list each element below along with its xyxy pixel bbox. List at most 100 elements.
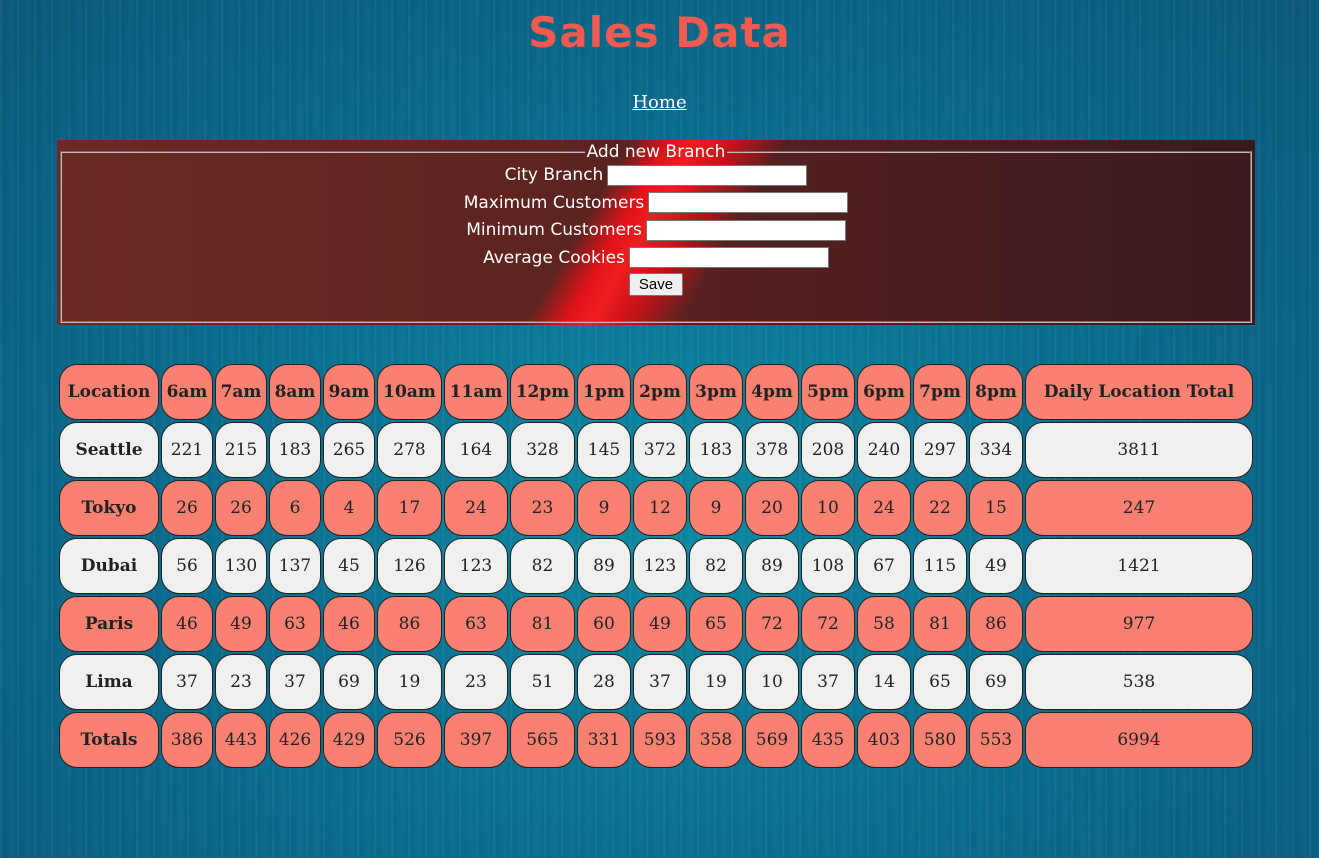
hourly-sales-cell: 297 — [913, 422, 967, 478]
header-2pm: 2pm — [633, 364, 687, 420]
max-customers-input[interactable] — [648, 192, 849, 213]
hourly-sales-cell: 72 — [745, 596, 799, 652]
nav-bar: Home — [0, 92, 1319, 113]
header-8am: 8am — [269, 364, 321, 420]
hourly-sales-cell: 51 — [510, 654, 575, 710]
hourly-sales-cell: 580 — [913, 712, 967, 768]
hourly-sales-cell: 372 — [633, 422, 687, 478]
add-branch-fieldset: Add new Branch City Branch Maximum Custo… — [60, 142, 1252, 323]
hourly-sales-cell: 82 — [510, 538, 575, 594]
hourly-sales-cell: 164 — [444, 422, 508, 478]
row-location-cell: Totals — [59, 712, 159, 768]
add-branch-legend: Add new Branch — [586, 142, 726, 162]
hourly-sales-cell: 37 — [161, 654, 213, 710]
city-branch-row: City Branch — [62, 162, 1250, 190]
hourly-sales-cell: 386 — [161, 712, 213, 768]
row-location-cell: Tokyo — [59, 480, 159, 536]
hourly-sales-cell: 23 — [444, 654, 508, 710]
hourly-sales-cell: 378 — [745, 422, 799, 478]
hourly-sales-cell: 115 — [913, 538, 967, 594]
hourly-sales-cell: 593 — [633, 712, 687, 768]
hourly-sales-cell: 63 — [269, 596, 321, 652]
hourly-sales-cell: 82 — [689, 538, 743, 594]
header-1pm: 1pm — [577, 364, 631, 420]
home-link[interactable]: Home — [632, 92, 686, 113]
hourly-sales-cell: 443 — [215, 712, 267, 768]
hourly-sales-cell: 278 — [377, 422, 442, 478]
city-branch-input[interactable] — [607, 164, 808, 186]
row-location-cell: Paris — [59, 596, 159, 652]
hourly-sales-cell: 526 — [377, 712, 442, 768]
hourly-sales-cell: 37 — [269, 654, 321, 710]
header-location: Location — [59, 364, 159, 420]
header-5pm: 5pm — [801, 364, 855, 420]
hourly-sales-cell: 72 — [801, 596, 855, 652]
header-9am: 9am — [323, 364, 375, 420]
min-customers-input[interactable] — [645, 219, 846, 241]
totals-row: Totals 386 443 426 429 526 397 565 331 593 358 569 4… — [59, 712, 1253, 768]
table-row: Tokyo 26 26 6 4 17 24 23 9 12 9 20 10 24 22 15 247 — [59, 480, 1253, 536]
hourly-sales-cell: 81 — [510, 596, 575, 652]
hourly-sales-cell: 37 — [801, 654, 855, 710]
daily-total-cell: 1421 — [1025, 538, 1253, 594]
daily-total-cell: 3811 — [1025, 422, 1253, 478]
header-7pm: 7pm — [913, 364, 967, 420]
avg-cookies-label: Average Cookies — [483, 247, 625, 268]
hourly-sales-cell: 86 — [969, 596, 1023, 652]
hourly-sales-cell: 65 — [913, 654, 967, 710]
hourly-sales-cell: 12 — [633, 480, 687, 536]
hourly-sales-cell: 9 — [689, 480, 743, 536]
hourly-sales-cell: 24 — [857, 480, 911, 536]
hourly-sales-cell: 65 — [689, 596, 743, 652]
hourly-sales-cell: 397 — [444, 712, 508, 768]
hourly-sales-cell: 37 — [633, 654, 687, 710]
header-3pm: 3pm — [689, 364, 743, 420]
hourly-sales-cell: 565 — [510, 712, 575, 768]
header-6am: 6am — [161, 364, 213, 420]
row-location-cell: Seattle — [59, 422, 159, 478]
hourly-sales-cell: 56 — [161, 538, 213, 594]
hourly-sales-cell: 19 — [377, 654, 442, 710]
hourly-sales-cell: 429 — [323, 712, 375, 768]
hourly-sales-cell: 108 — [801, 538, 855, 594]
table-body: Seattle 221 215 183 265 278 164 328 145 372 183 378… — [59, 422, 1253, 768]
hourly-sales-cell: 126 — [377, 538, 442, 594]
table-row: Dubai 56 130 137 45 126 123 82 89 123 82 89 108 67 115… — [59, 538, 1253, 594]
header-7am: 7am — [215, 364, 267, 420]
avg-cookies-input[interactable] — [628, 247, 829, 268]
hourly-sales-cell: 553 — [969, 712, 1023, 768]
hourly-sales-cell: 63 — [444, 596, 508, 652]
hourly-sales-cell: 58 — [857, 596, 911, 652]
hourly-sales-cell: 19 — [689, 654, 743, 710]
hourly-sales-cell: 49 — [215, 596, 267, 652]
hourly-sales-cell: 45 — [323, 538, 375, 594]
hourly-sales-cell: 215 — [215, 422, 267, 478]
header-4pm: 4pm — [745, 364, 799, 420]
hourly-sales-cell: 130 — [215, 538, 267, 594]
hourly-sales-cell: 4 — [323, 480, 375, 536]
hourly-sales-cell: 358 — [689, 712, 743, 768]
hourly-sales-cell: 49 — [969, 538, 1023, 594]
hourly-sales-cell: 183 — [269, 422, 321, 478]
hourly-sales-cell: 208 — [801, 422, 855, 478]
hourly-sales-cell: 69 — [323, 654, 375, 710]
hourly-sales-cell: 328 — [510, 422, 575, 478]
min-customers-row: Minimum Customers — [62, 217, 1250, 245]
daily-total-cell: 977 — [1025, 596, 1253, 652]
hourly-sales-cell: 15 — [969, 480, 1023, 536]
hourly-sales-cell: 123 — [444, 538, 508, 594]
avg-cookies-row: Average Cookies — [62, 245, 1250, 273]
hourly-sales-cell: 331 — [577, 712, 631, 768]
table-row: Seattle 221 215 183 265 278 164 328 145 372 183 378… — [59, 422, 1253, 478]
row-location-cell: Lima — [59, 654, 159, 710]
save-button[interactable]: Save — [628, 273, 684, 296]
hourly-sales-cell: 10 — [745, 654, 799, 710]
hourly-sales-cell: 426 — [269, 712, 321, 768]
hourly-sales-cell: 403 — [857, 712, 911, 768]
hourly-sales-cell: 49 — [633, 596, 687, 652]
header-10am: 10am — [377, 364, 442, 420]
hourly-sales-cell: 183 — [689, 422, 743, 478]
daily-total-cell: 538 — [1025, 654, 1253, 710]
hourly-sales-cell: 435 — [801, 712, 855, 768]
sales-table: Location 6am 7am 8am 9am 10am 11am 12pm … — [57, 362, 1255, 770]
